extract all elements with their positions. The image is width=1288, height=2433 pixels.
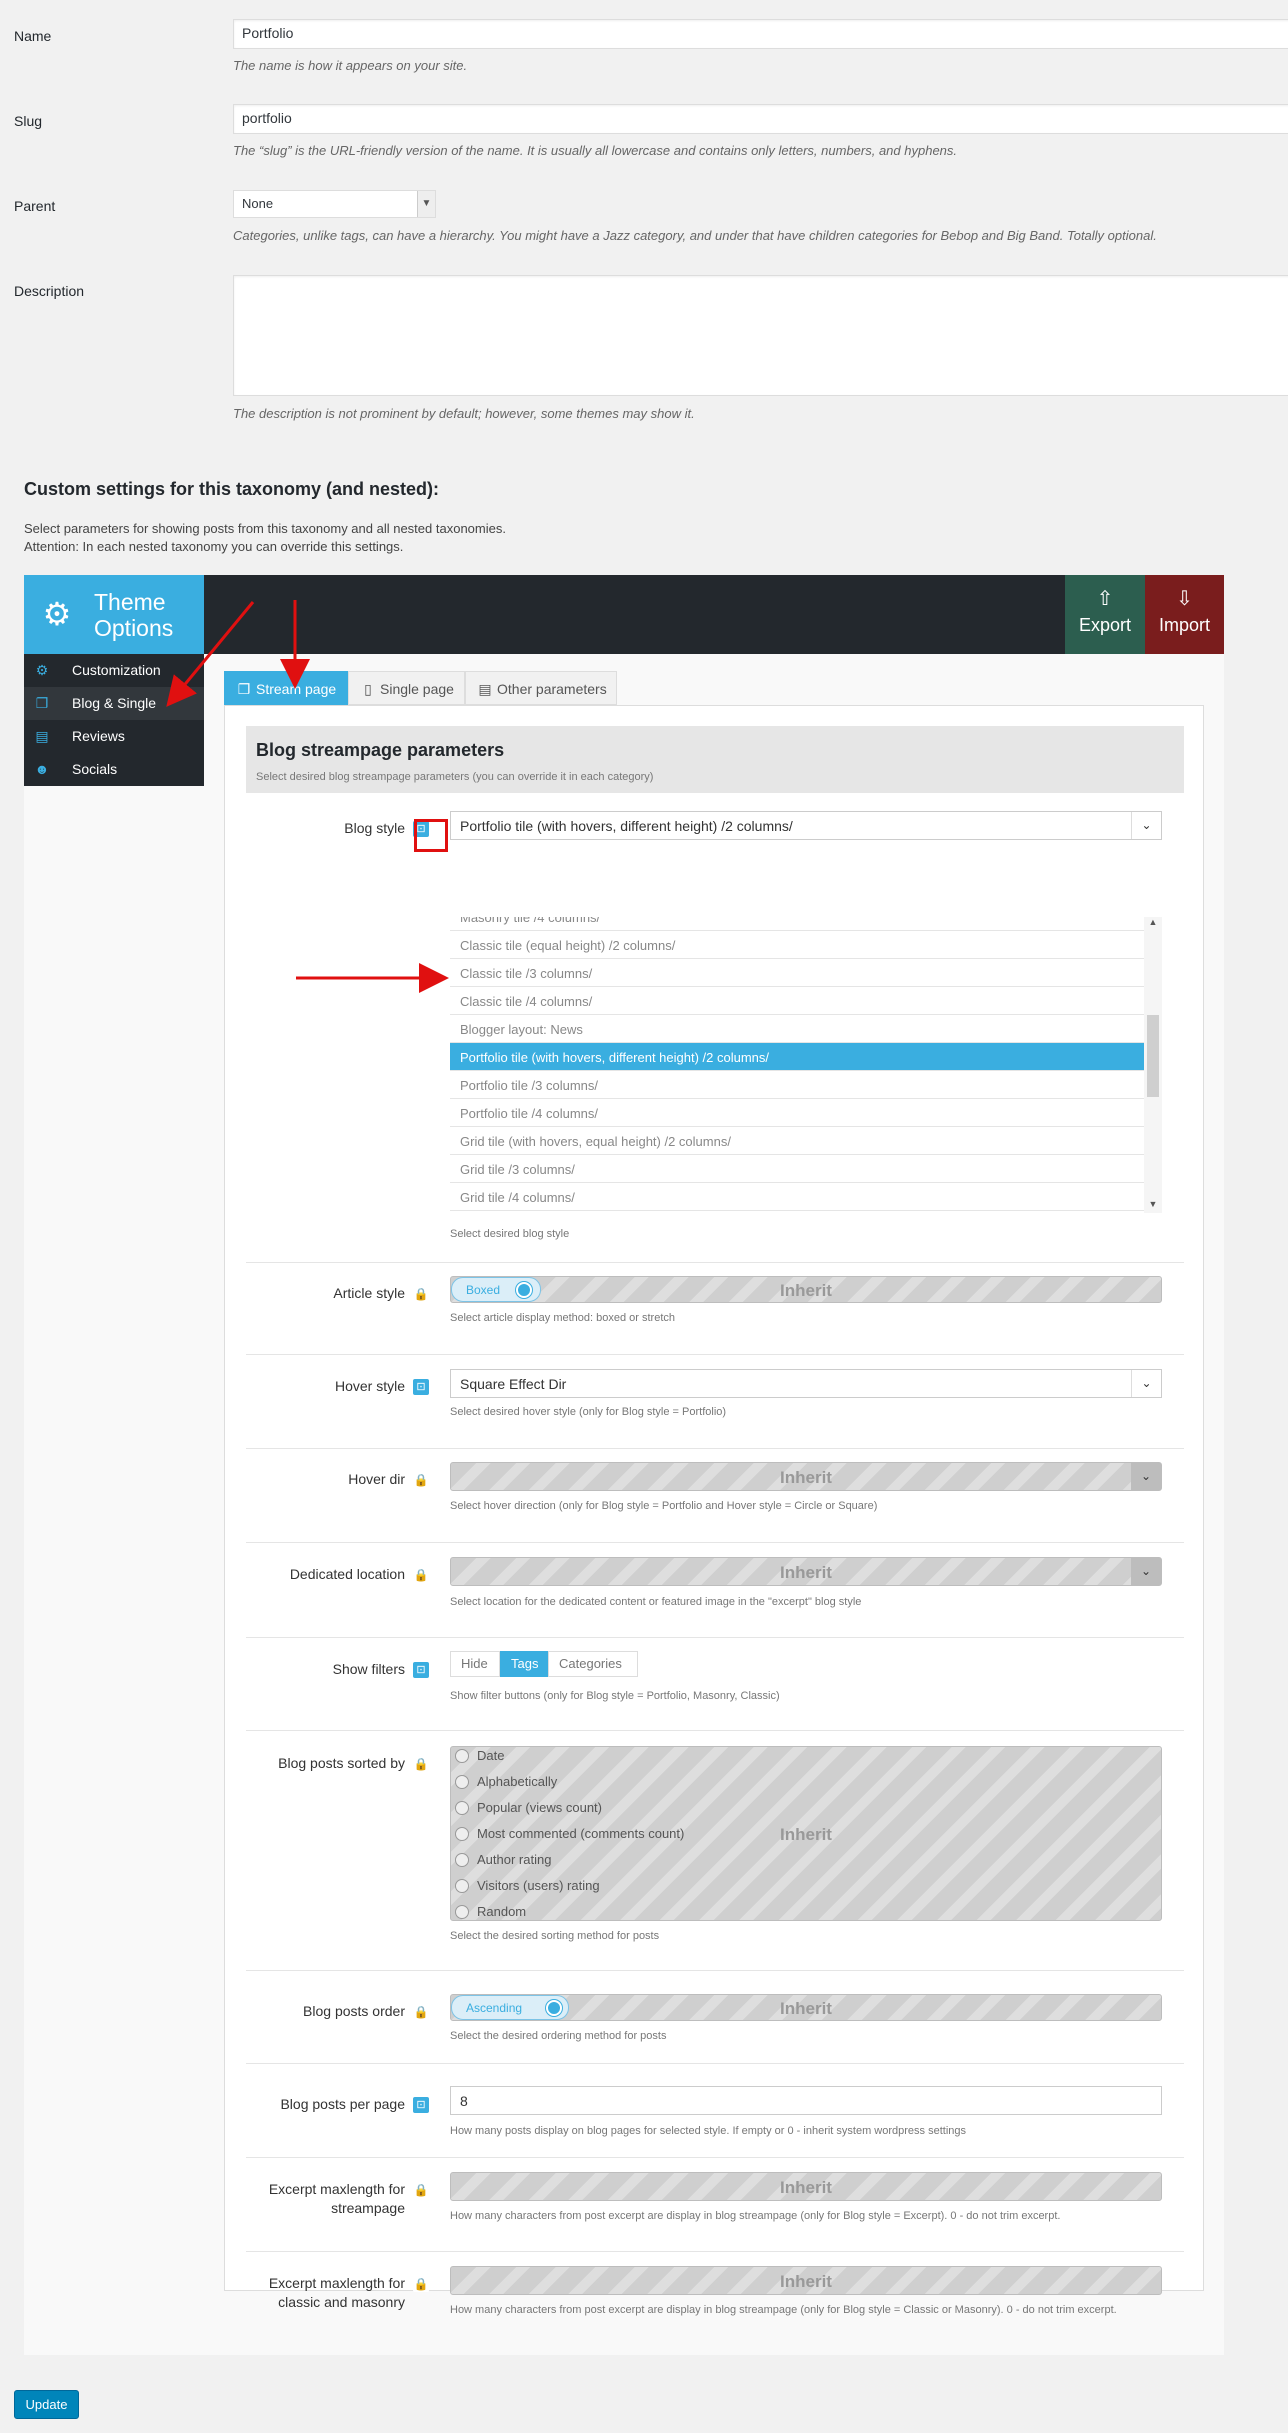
annotation-arrow [166, 601, 255, 707]
annotation-arrows [166, 600, 449, 993]
update-button[interactable]: Update [14, 2390, 79, 2419]
